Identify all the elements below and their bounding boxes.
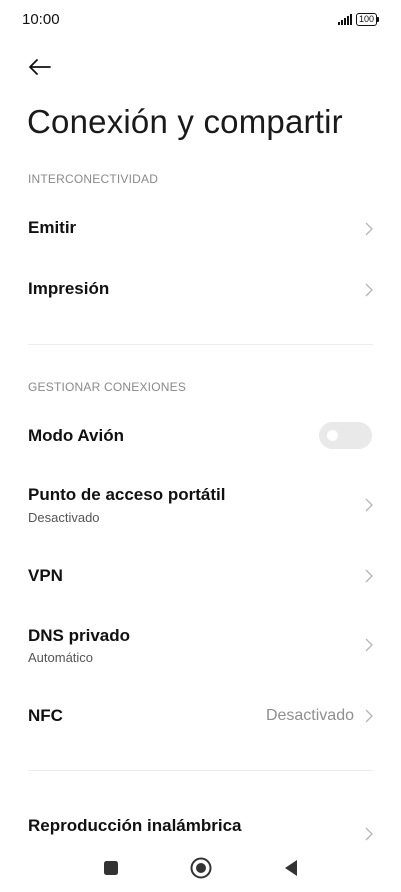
airplane-mode-toggle[interactable] [319, 422, 372, 449]
back-nav-button[interactable] [276, 853, 306, 883]
battery-icon: 100 [355, 13, 380, 26]
chevron-right-icon [365, 283, 373, 297]
chevron-right-icon [365, 638, 373, 652]
home-icon [190, 857, 212, 879]
row-vpn[interactable]: VPN [0, 553, 401, 599]
row-reproduccion-inalambrica[interactable]: Reproducción inalámbrica [0, 805, 401, 845]
navigation-bar [0, 845, 401, 892]
status-time: 10:00 [22, 11, 60, 28]
section-header-gestionar-conexiones: GESTIONAR CONEXIONES [28, 380, 187, 394]
chevron-right-icon [365, 827, 373, 841]
row-impresion[interactable]: Impresión [0, 266, 401, 312]
chevron-right-icon [365, 709, 373, 723]
row-title: Reproducción inalámbrica [28, 816, 242, 835]
row-title: NFC [28, 706, 63, 725]
row-title: Impresión [28, 279, 110, 298]
back-arrow-icon [29, 59, 51, 75]
divider [28, 344, 373, 345]
row-value: Desactivado [265, 707, 354, 724]
toggle-knob [327, 430, 338, 441]
row-title: Modo Avión [28, 426, 124, 445]
row-nfc[interactable]: NFC Desactivado [0, 693, 401, 739]
signal-icon [337, 14, 352, 25]
battery-level: 100 [358, 14, 374, 24]
section-header-interconectividad: INTERCONECTIVIDAD [28, 172, 159, 186]
back-button[interactable] [24, 53, 56, 81]
chevron-right-icon [365, 498, 373, 512]
row-subtitle: Desactivado [28, 510, 100, 525]
row-modo-avion[interactable]: Modo Avión [0, 413, 401, 459]
row-title: Punto de acceso portátil [28, 485, 226, 504]
row-subtitle: Automático [28, 650, 94, 665]
home-button[interactable] [186, 853, 216, 883]
row-punto-de-acceso[interactable]: Punto de acceso portátil Desactivado [0, 480, 401, 532]
chevron-right-icon [365, 569, 373, 583]
recent-apps-button[interactable] [96, 853, 126, 883]
row-emitir[interactable]: Emitir [0, 205, 401, 251]
row-title: DNS privado [28, 626, 131, 645]
recent-apps-icon [104, 861, 118, 875]
row-title: Emitir [28, 218, 77, 237]
status-icons: 100 [337, 13, 380, 26]
divider [28, 770, 373, 771]
status-bar: 10:00 100 [0, 0, 401, 40]
back-icon [285, 860, 297, 876]
row-title: VPN [28, 566, 63, 585]
row-dns-privado[interactable]: DNS privado Automático [0, 620, 401, 672]
chevron-right-icon [365, 222, 373, 236]
page-title: Conexión y compartir [27, 103, 343, 140]
